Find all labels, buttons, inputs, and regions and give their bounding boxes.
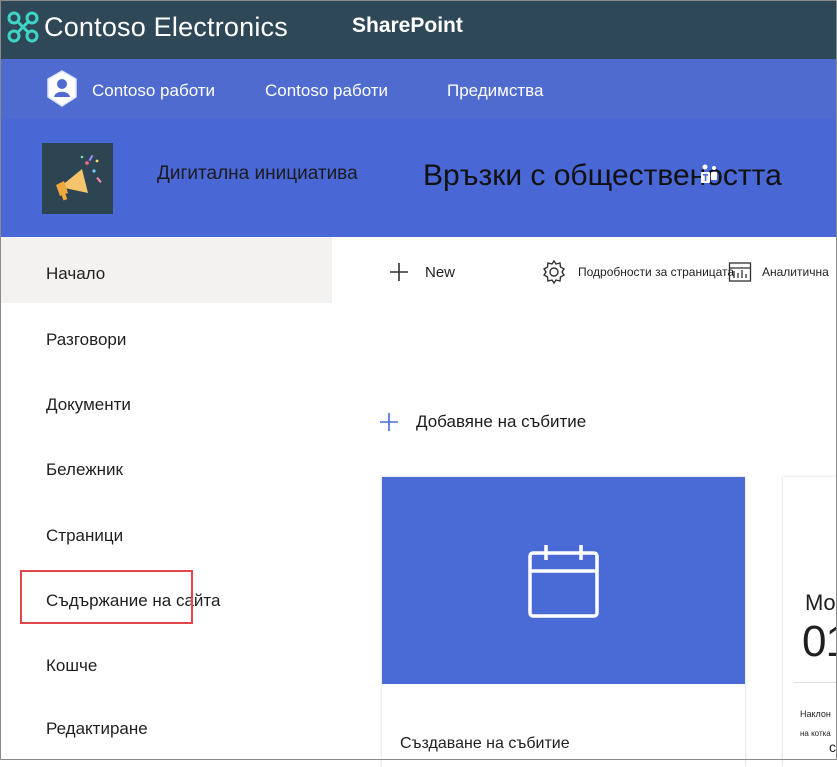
teams-icon[interactable] — [697, 162, 721, 186]
hub-navigation: Contoso работи Contoso работи Предимства — [0, 59, 837, 119]
nav-item-site-contents[interactable]: Съдържание на сайта — [0, 564, 332, 630]
app-launcher-icon[interactable] — [6, 10, 40, 44]
page-details-label: Подробности за страницата — [578, 265, 735, 279]
nav-item-documents[interactable]: Документи — [0, 368, 332, 434]
analytics-icon — [728, 262, 752, 282]
new-label: New — [425, 263, 456, 281]
suite-bar: Contoso Electronics SharePoint — [0, 0, 837, 59]
nav-item-home[interactable]: Начало — [0, 237, 332, 303]
nav-item-edit[interactable]: Редактиране — [0, 692, 332, 758]
nav-item-label: Документи — [46, 395, 131, 414]
nav-item-recycle-bin[interactable]: Кошче — [0, 629, 332, 695]
event-card-partial[interactable]: Mo 01 Наклон на котка с — [783, 477, 837, 767]
nav-item-label: Съдържание на сайта — [46, 591, 221, 610]
nav-item-label: Начало — [46, 264, 106, 283]
calendar-icon — [528, 545, 599, 618]
nav-item-label: Бележник — [46, 460, 123, 479]
site-header: Дигитална инициатива Връзки с обществено… — [0, 119, 837, 237]
site-logo[interactable] — [42, 143, 113, 214]
site-title[interactable]: Дигитална инициатива — [157, 163, 358, 185]
site-subtitle: Връзки с обществеността — [423, 159, 782, 192]
megaphone-icon — [56, 154, 102, 201]
app-name[interactable]: SharePoint — [352, 14, 463, 38]
nav-item-label: Кошче — [46, 656, 98, 675]
hub-link-benefits[interactable]: Предимства — [447, 81, 543, 101]
add-event-button[interactable]: Добавяне на събитие — [378, 411, 586, 433]
analytics-button[interactable]: Аналитична — [728, 260, 829, 284]
left-navigation: Начало Разговори Документи Бележник Стра… — [0, 237, 332, 760]
event-text-line3: с — [829, 739, 836, 755]
nav-item-label: Редактиране — [46, 719, 148, 738]
nav-item-pages[interactable]: Страници — [0, 499, 332, 565]
card-divider — [793, 682, 837, 683]
org-name[interactable]: Contoso Electronics — [44, 12, 288, 43]
event-month: Mo — [805, 590, 836, 615]
nav-item-label: Разговори — [46, 330, 127, 349]
nav-item-conversations[interactable]: Разговори — [0, 303, 332, 369]
create-event-label: Създаване на събитие — [400, 735, 570, 752]
event-text-line1: Наклон — [800, 709, 831, 719]
page-details-button[interactable]: Подробности за страницата — [541, 259, 734, 285]
plus-icon — [390, 263, 408, 281]
new-button[interactable]: New — [388, 261, 455, 283]
nav-item-notebook[interactable]: Бележник — [0, 433, 332, 499]
event-day: 01 — [802, 617, 837, 666]
add-event-label: Добавяне на събитие — [416, 412, 587, 431]
nav-item-label: Страници — [46, 526, 124, 545]
hub-link-contoso-works-2[interactable]: Contoso работи — [265, 81, 388, 101]
gear-icon — [543, 259, 565, 285]
hub-link-contoso-works-1[interactable]: Contoso работи — [92, 81, 215, 101]
analytics-label: Аналитична — [762, 265, 829, 279]
card-banner — [382, 477, 745, 684]
event-text-line2: на котка — [800, 729, 831, 738]
plus-icon — [380, 413, 398, 431]
hub-person-shield-icon[interactable] — [45, 70, 79, 108]
create-event-card[interactable]: Създаване на събитие — [382, 477, 745, 767]
